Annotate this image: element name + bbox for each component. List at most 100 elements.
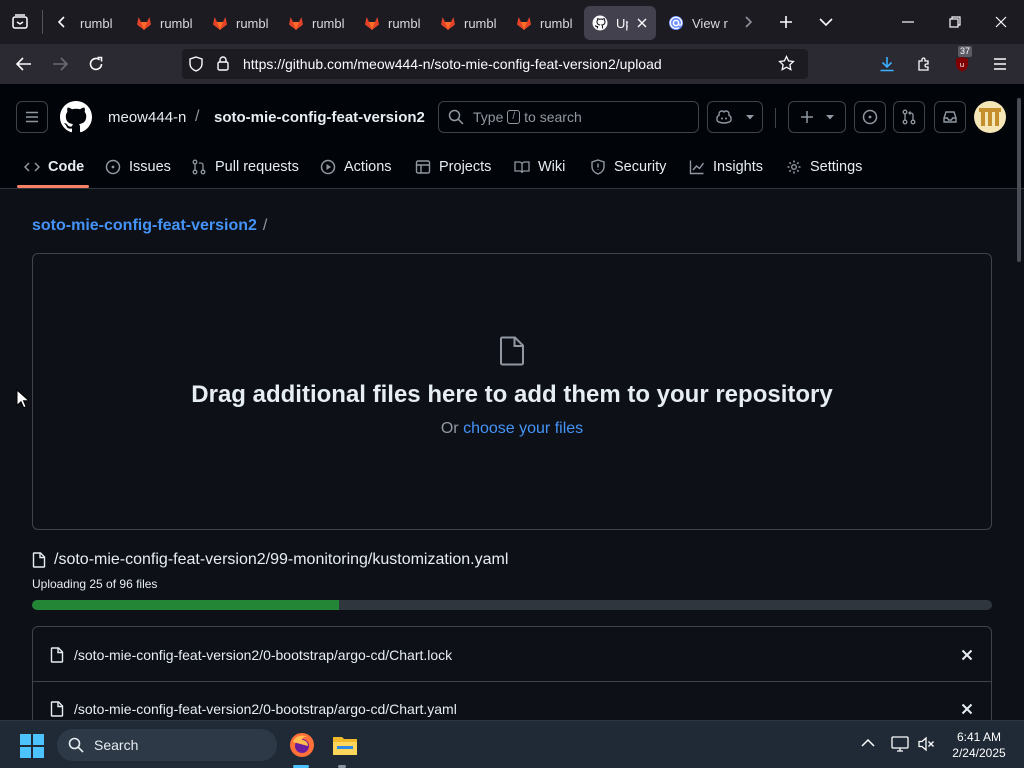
close-window-icon[interactable] xyxy=(987,8,1015,36)
tab-code[interactable]: Code xyxy=(24,156,84,178)
browser-tab[interactable]: View r xyxy=(668,6,734,40)
list-all-tabs-icon[interactable] xyxy=(812,8,840,36)
extensions-button[interactable] xyxy=(910,50,938,78)
gear-icon xyxy=(786,159,802,175)
app-menu-button[interactable] xyxy=(986,50,1014,78)
breadcrumb-separator: / xyxy=(262,217,268,234)
remove-file-icon[interactable] xyxy=(959,701,975,717)
browser-tab[interactable]: rumbl xyxy=(288,6,346,40)
choose-files-link[interactable]: choose your files xyxy=(463,420,583,437)
firefox-icon[interactable] xyxy=(289,732,315,758)
show-hidden-icons-icon[interactable] xyxy=(861,738,875,748)
gitlab-icon xyxy=(288,15,304,31)
upload-status-text: Uploading 25 of 96 files xyxy=(32,577,158,591)
file-drop-zone[interactable]: Drag additional files here to add them t… xyxy=(32,253,992,530)
tab-overview-icon[interactable] xyxy=(6,8,34,36)
remove-file-icon[interactable] xyxy=(959,647,975,663)
browser-tab-bar: rumbl rumbl rumbl rumbl rumbl rumbl rumb… xyxy=(0,0,1024,44)
chevron-down-icon xyxy=(745,114,755,120)
browser-tab[interactable]: rumbl xyxy=(364,6,422,40)
book-icon xyxy=(514,159,530,175)
taskbar-clock[interactable]: 6:41 AM 2/24/2025 xyxy=(944,729,1014,761)
restore-window-icon[interactable] xyxy=(941,8,969,36)
upload-progress-bar xyxy=(32,600,992,610)
table-icon xyxy=(415,159,431,175)
search-icon xyxy=(68,737,84,753)
gitlab-icon xyxy=(440,15,456,31)
tab-label: Settings xyxy=(810,159,863,175)
github-logo-icon[interactable] xyxy=(60,101,92,133)
browser-tab[interactable]: rumbl xyxy=(212,6,270,40)
global-nav-menu-button[interactable] xyxy=(16,101,48,133)
browser-tab[interactable]: rumbl xyxy=(440,6,498,40)
tab-actions[interactable]: Actions xyxy=(320,156,392,178)
tab-label: Actions xyxy=(344,159,392,175)
reload-button[interactable] xyxy=(82,50,110,78)
issue-icon xyxy=(105,159,121,175)
repo-name-link[interactable]: soto-mie-config-feat-version2 xyxy=(214,109,425,126)
minimize-window-icon[interactable] xyxy=(894,8,922,36)
tab-security[interactable]: Security xyxy=(590,156,666,178)
browser-tab-active[interactable]: Upl xyxy=(584,6,656,40)
clock-date: 2/24/2025 xyxy=(952,746,1006,760)
breadcrumb-repo-link[interactable]: soto-mie-config-feat-version2 xyxy=(32,217,257,234)
active-tab-underline xyxy=(17,185,89,188)
tab-settings[interactable]: Settings xyxy=(786,156,862,178)
new-tab-icon[interactable] xyxy=(772,8,800,36)
tab-projects[interactable]: Projects xyxy=(415,156,491,178)
tab-label: Upl xyxy=(616,15,628,31)
drop-zone-subtitle: Or choose your files xyxy=(33,420,991,438)
tab-wiki[interactable]: Wiki xyxy=(514,156,565,178)
bookmark-star-icon[interactable] xyxy=(778,55,795,72)
downloads-button[interactable] xyxy=(873,50,901,78)
clock-time: 6:41 AM xyxy=(956,730,1002,744)
browser-navigation-bar: https://github.com/meow444-n/soto-mie-co… xyxy=(0,44,1024,84)
mouse-cursor-icon xyxy=(16,389,29,409)
pull-requests-button[interactable] xyxy=(893,101,925,133)
copilot-button[interactable] xyxy=(707,101,763,133)
lock-icon[interactable] xyxy=(216,55,230,71)
close-tab-icon[interactable] xyxy=(636,17,648,29)
scroll-tabs-right-icon[interactable] xyxy=(734,8,762,36)
page-scrollbar[interactable] xyxy=(1017,98,1021,262)
browser-tab[interactable]: rumbl xyxy=(80,6,114,40)
browser-tab[interactable]: rumbl xyxy=(516,6,574,40)
forward-arrow-icon xyxy=(52,57,68,71)
gitlab-icon xyxy=(212,15,228,31)
tab-issues[interactable]: Issues xyxy=(105,156,171,178)
github-header: meow444-n / soto-mie-config-feat-version… xyxy=(0,84,1024,189)
scroll-tabs-left-icon[interactable] xyxy=(48,8,76,36)
breadcrumb: soto-mie-config-feat-version2 / xyxy=(32,217,267,235)
tab-pull-requests[interactable]: Pull requests xyxy=(191,156,299,178)
chevron-down-icon xyxy=(825,114,835,120)
search-input[interactable]: Type / to search xyxy=(438,101,699,133)
plus-icon xyxy=(799,109,815,125)
tab-label: Insights xyxy=(713,159,763,175)
forward-button[interactable] xyxy=(46,50,74,78)
extension-badge: 37 xyxy=(958,46,973,57)
taskbar-search-box[interactable]: Search xyxy=(57,729,277,761)
ublock-extension-button[interactable]: u 37 xyxy=(948,46,976,78)
browser-tab[interactable]: rumbl xyxy=(136,6,194,40)
tab-insights[interactable]: Insights xyxy=(689,156,763,178)
avatar[interactable] xyxy=(974,101,1006,133)
url-bar[interactable]: https://github.com/meow444-n/soto-mie-co… xyxy=(182,49,808,79)
search-placeholder-after: to search xyxy=(524,109,582,125)
volume-muted-icon[interactable] xyxy=(917,736,935,752)
repo-owner-link[interactable]: meow444-n xyxy=(108,109,186,126)
windows-start-icon[interactable] xyxy=(20,734,44,758)
create-new-button[interactable] xyxy=(788,101,846,133)
issues-button[interactable] xyxy=(854,101,886,133)
shield-icon[interactable] xyxy=(188,56,204,72)
tab-label: Pull requests xyxy=(215,159,299,175)
inbox-button[interactable] xyxy=(934,101,966,133)
network-icon[interactable] xyxy=(891,736,909,752)
back-button[interactable] xyxy=(10,50,38,78)
issue-opened-icon xyxy=(862,109,878,125)
at-sign-icon xyxy=(668,15,684,31)
file-explorer-icon[interactable] xyxy=(332,733,358,757)
inbox-icon xyxy=(942,109,958,125)
owner-repo-separator: / xyxy=(195,108,200,125)
url-text[interactable]: https://github.com/meow444-n/soto-mie-co… xyxy=(243,56,662,72)
puzzle-icon xyxy=(916,56,932,72)
